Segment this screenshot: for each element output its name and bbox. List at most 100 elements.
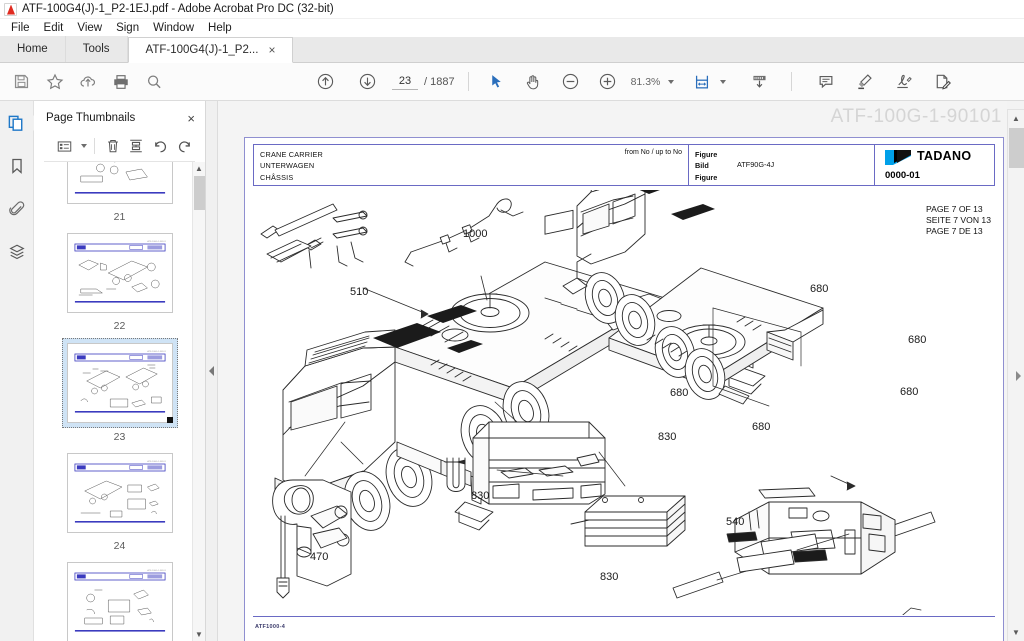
menu-item-file[interactable]: File — [4, 22, 37, 34]
menu-item-window[interactable]: Window — [146, 22, 201, 34]
add-to-favorites-button[interactable] — [39, 66, 70, 97]
thumbnail-preview: ATF-100G-1-90101 — [70, 347, 169, 419]
thumbnail-frame[interactable]: ATF-100G-1-90101 — [66, 233, 173, 313]
close-icon[interactable]: × — [187, 111, 195, 126]
callout-680-a: 680 — [810, 283, 829, 295]
drawing-title-block: CRANE CARRIER UNTERWAGEN CHÂSSIS from No… — [253, 144, 995, 186]
tab-document-label: ATF-100G4(J)-1_P2... — [145, 44, 259, 56]
callout-1000: 1000 — [463, 228, 488, 240]
download-button[interactable] — [744, 66, 775, 97]
list-item[interactable]: ATF-100G-1-90101 — [34, 558, 205, 641]
scrollbar-thumb[interactable] — [1009, 128, 1024, 168]
thumbnail-preview — [70, 162, 169, 200]
page-number-input[interactable] — [392, 73, 418, 90]
close-icon[interactable]: × — [268, 43, 275, 57]
sidebar-item-page-thumbnails[interactable] — [3, 110, 31, 136]
sidebar-item-attachments[interactable] — [3, 196, 31, 222]
thumbnail-page-number: 24 — [113, 540, 126, 552]
scroll-up-icon[interactable]: ▲ — [193, 162, 205, 175]
highlight-button[interactable] — [849, 66, 880, 97]
svg-text:ATF-100G-1-90101: ATF-100G-1-90101 — [147, 569, 166, 572]
menu-item-help[interactable]: Help — [201, 22, 239, 34]
scroll-up-icon[interactable]: ▲ — [1008, 110, 1024, 127]
document-watermark: ATF-100G-1-90101 — [830, 106, 1002, 127]
rotate-counterclockwise-button[interactable] — [149, 134, 171, 158]
thumbnails-header: Page Thumbnails × — [34, 105, 205, 131]
thumbnail-frame[interactable] — [66, 162, 173, 204]
footer-divider — [253, 615, 995, 617]
previous-page-button[interactable] — [310, 66, 341, 97]
next-page-button[interactable] — [352, 66, 383, 97]
callout-680-c: 680 — [670, 387, 689, 399]
title-line-de: UNTERWAGEN — [260, 161, 315, 171]
sign-button[interactable] — [888, 66, 919, 97]
navigation-rail — [0, 101, 34, 641]
rotate-clockwise-button[interactable] — [173, 134, 195, 158]
chevron-down-icon[interactable] — [80, 144, 87, 148]
tab-tools[interactable]: Tools — [65, 36, 128, 62]
select-tool-button[interactable] — [481, 66, 512, 97]
scrollbar-thumb[interactable] — [194, 176, 205, 210]
callout-510: 510 — [350, 286, 369, 298]
fit-options-chevron-icon[interactable] — [720, 79, 727, 84]
svg-text:ATF-100G-1-90101: ATF-100G-1-90101 — [147, 460, 166, 463]
comment-button[interactable] — [810, 66, 841, 97]
figure-label-fr: Figure — [695, 172, 718, 182]
delete-pages-button[interactable] — [102, 134, 124, 158]
thumbnail-preview: ATF-100G-1-90101 — [70, 237, 169, 309]
thumbnail-frame[interactable]: ATF-100G-1-90101 — [66, 453, 173, 533]
tab-strip: Home Tools ATF-100G4(J)-1_P2... × — [0, 36, 1024, 63]
menu-item-edit[interactable]: Edit — [37, 22, 71, 34]
list-item[interactable]: ATF-100G-1-90101 — [34, 338, 205, 443]
workspace: Page Thumbnails × 21 ATF-100G-1-90101 22… — [0, 101, 1024, 641]
hand-tool-button[interactable] — [518, 66, 549, 97]
list-item[interactable]: ATF-100G-1-90101 — [34, 229, 205, 332]
svg-text:ATF-100G-1-90101: ATF-100G-1-90101 — [147, 240, 166, 243]
zoom-in-button[interactable] — [592, 66, 623, 97]
scroll-down-icon[interactable]: ▼ — [1008, 624, 1024, 641]
list-item[interactable]: 21 — [34, 162, 205, 223]
tadano-logo-icon — [885, 150, 911, 165]
find-button[interactable] — [138, 66, 169, 97]
list-item[interactable]: ATF-100G-1-90101 — [34, 449, 205, 552]
zoom-level-label[interactable]: 81.3% — [631, 76, 661, 88]
sidebar-item-bookmarks[interactable] — [3, 153, 31, 179]
chevron-down-icon[interactable] — [668, 79, 675, 84]
collapse-sidebar-handle[interactable] — [206, 101, 218, 641]
footer-code: ATF1000-4 — [255, 624, 286, 630]
upload-cloud-button[interactable] — [72, 66, 103, 97]
tab-home[interactable]: Home — [0, 36, 66, 62]
callout-680-b: 680 — [908, 334, 927, 346]
scroll-down-icon[interactable]: ▼ — [193, 628, 205, 641]
main-toolbar: / 1887 81.3% — [0, 63, 1024, 101]
fill-and-sign-button[interactable] — [927, 66, 958, 97]
thumbnail-frame[interactable]: ATF-100G-1-90101 — [66, 562, 173, 641]
menu-item-view[interactable]: View — [70, 22, 109, 34]
callout-680-e: 680 — [752, 421, 771, 433]
zoom-out-button[interactable] — [555, 66, 586, 97]
callout-830-a: 830 — [658, 431, 677, 443]
save-button[interactable] — [6, 66, 37, 97]
document-scrollbar[interactable]: ▲ ▼ — [1007, 101, 1024, 641]
sidebar-item-layers[interactable] — [3, 239, 31, 265]
extract-pages-button[interactable] — [126, 134, 148, 158]
callout-830-c: 830 — [600, 571, 619, 583]
thumbnails-scrollbar[interactable]: ▲ ▼ — [192, 162, 205, 641]
tab-document[interactable]: ATF-100G4(J)-1_P2... × — [127, 37, 294, 63]
callout-470: 470 — [310, 551, 329, 563]
thumbnails-list[interactable]: 21 ATF-100G-1-90101 22 ATF-100G-1-90101 … — [34, 162, 205, 641]
next-page-arrow-icon[interactable] — [1016, 371, 1021, 381]
print-button[interactable] — [105, 66, 136, 97]
fit-page-button[interactable] — [686, 66, 717, 97]
page-thumbnails-panel: Page Thumbnails × 21 ATF-100G-1-90101 22… — [34, 101, 206, 641]
document-viewport[interactable]: ATF-100G-1-90101 CRANE CARRIER UNTERWAGE… — [218, 101, 1024, 641]
thumbnail-page-number: 22 — [113, 320, 126, 332]
tab-tools-label: Tools — [82, 43, 110, 55]
from-to-number-label: from No / up to No — [624, 149, 682, 156]
title-line-en: CRANE CARRIER — [260, 150, 324, 159]
thumbnail-size-button[interactable] — [54, 134, 76, 158]
title-line-fr: CHÂSSIS — [260, 172, 294, 182]
thumbnail-frame[interactable]: ATF-100G-1-90101 — [66, 343, 173, 423]
page-total-label: / 1887 — [424, 75, 455, 88]
menu-item-sign[interactable]: Sign — [109, 22, 146, 34]
